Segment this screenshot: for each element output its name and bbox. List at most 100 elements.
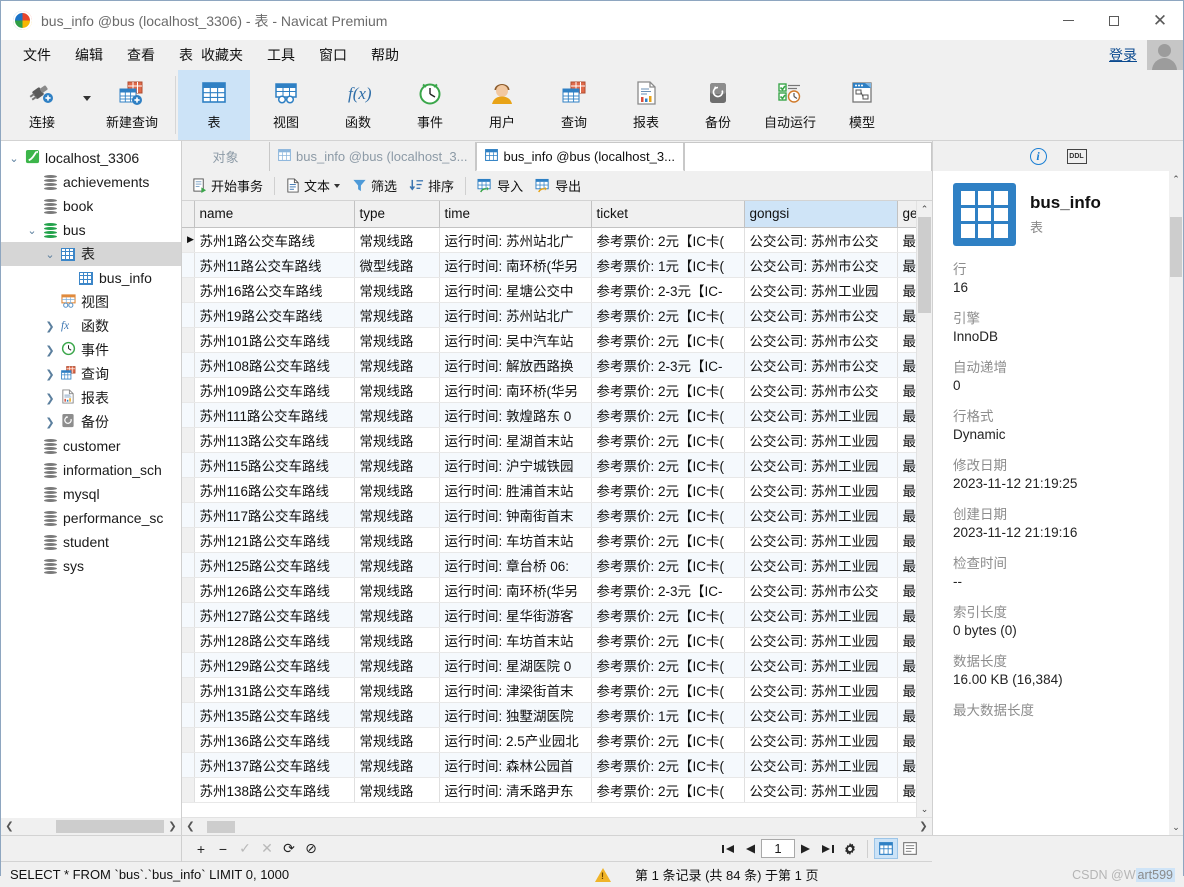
cell-type[interactable]: 常规线路 bbox=[354, 427, 440, 453]
cell-gongsi[interactable]: 公交公司: 苏州工业园 bbox=[744, 727, 898, 753]
cell-ge[interactable]: 最 bbox=[897, 352, 916, 378]
cell-gongsi[interactable]: 公交公司: 苏州工业园 bbox=[744, 452, 898, 478]
cell-type[interactable]: 常规线路 bbox=[354, 277, 440, 303]
menu-tools[interactable]: 工具 bbox=[255, 41, 307, 69]
tree-node--[interactable]: ⌄ 表 bbox=[1, 242, 181, 266]
menu-favorites[interactable]: 收藏夹 bbox=[197, 41, 255, 69]
cell-name[interactable]: 苏州101路公交车路线 bbox=[194, 327, 355, 353]
gear-icon[interactable] bbox=[839, 838, 861, 860]
cell-ge[interactable]: 最 bbox=[897, 402, 916, 428]
cell-gongsi[interactable]: 公交公司: 苏州工业园 bbox=[744, 702, 898, 728]
cell-ge[interactable]: 最 bbox=[897, 627, 916, 653]
table-row[interactable]: 苏州136路公交车路线 常规线路 运行时间: 2.5产业园北 参考票价: 2元【IC卡… bbox=[182, 727, 916, 753]
tree-node-bus_info[interactable]: ❯bus_info bbox=[1, 266, 181, 290]
cell-ticket[interactable]: 参考票价: 2元【IC卡( bbox=[591, 427, 745, 453]
cell-type[interactable]: 常规线路 bbox=[354, 602, 440, 628]
tree-node-mysql[interactable]: ❯ mysql bbox=[1, 482, 181, 506]
menu-view[interactable]: 查看 bbox=[115, 41, 167, 69]
table-row[interactable]: 苏州126路公交车路线 常规线路 运行时间: 南环桥(华另 参考票价: 2-3元【IC… bbox=[182, 577, 916, 603]
tree-expander-icon[interactable]: ⌄ bbox=[6, 152, 22, 165]
table-row[interactable]: 苏州109路公交车路线 常规线路 运行时间: 南环桥(华另 参考票价: 2元【IC卡(… bbox=[182, 377, 916, 403]
text-button[interactable]: 文本 bbox=[280, 173, 346, 198]
next-record-button[interactable] bbox=[795, 838, 817, 860]
cell-type[interactable]: 常规线路 bbox=[354, 727, 440, 753]
cell-name[interactable]: 苏州128路公交车路线 bbox=[194, 627, 355, 653]
table-row[interactable]: 苏州113路公交车路线 常规线路 运行时间: 星湖首末站 参考票价: 2元【IC卡(公… bbox=[182, 427, 916, 453]
cell-type[interactable]: 常规线路 bbox=[354, 477, 440, 503]
cell-ge[interactable]: 最 bbox=[897, 602, 916, 628]
cell-ticket[interactable]: 参考票价: 2元【IC卡( bbox=[591, 477, 745, 503]
toolbar-table[interactable]: 表 bbox=[178, 70, 250, 140]
cell-gongsi[interactable]: 公交公司: 苏州市公交 bbox=[744, 302, 898, 328]
cell-name[interactable]: 苏州121路公交车路线 bbox=[194, 527, 355, 553]
scroll-track[interactable] bbox=[18, 818, 164, 835]
table-row[interactable]: 苏州135路公交车路线 常规线路 运行时间: 独墅湖医院 参考票价: 1元【IC卡(公… bbox=[182, 702, 916, 728]
info-icon[interactable]: i bbox=[1029, 147, 1047, 165]
cell-name[interactable]: 苏州135路公交车路线 bbox=[194, 702, 355, 728]
cell-time[interactable]: 运行时间: 森林公园首 bbox=[439, 752, 592, 778]
cell-ticket[interactable]: 参考票价: 2元【IC卡( bbox=[591, 502, 745, 528]
cell-ge[interactable]: 最 bbox=[897, 477, 916, 503]
cell-ge[interactable]: 最 bbox=[897, 277, 916, 303]
first-record-button[interactable] bbox=[717, 838, 739, 860]
column-header-ticket[interactable]: ticket bbox=[591, 201, 745, 228]
cell-type[interactable]: 常规线路 bbox=[354, 302, 440, 328]
cell-gongsi[interactable]: 公交公司: 苏州工业园 bbox=[744, 552, 898, 578]
cell-ticket[interactable]: 参考票价: 2-3元【IC- bbox=[591, 577, 745, 603]
column-header-time[interactable]: time bbox=[439, 201, 592, 228]
cell-ge[interactable]: 最 bbox=[897, 702, 916, 728]
cell-gongsi[interactable]: 公交公司: 苏州工业园 bbox=[744, 402, 898, 428]
cell-ticket[interactable]: 参考票价: 2元【IC卡( bbox=[591, 652, 745, 678]
cell-type[interactable]: 常规线路 bbox=[354, 402, 440, 428]
cell-name[interactable]: 苏州108路公交车路线 bbox=[194, 352, 355, 378]
cell-type[interactable]: 常规线路 bbox=[354, 777, 440, 803]
table-row[interactable]: 苏州117路公交车路线 常规线路 运行时间: 钟南街首末 参考票价: 2元【IC卡(公… bbox=[182, 502, 916, 528]
table-row[interactable]: 苏州125路公交车路线 常规线路 运行时间: 章台桥 06: 参考票价: 2元【IC卡… bbox=[182, 552, 916, 578]
prev-record-button[interactable] bbox=[739, 838, 761, 860]
scroll-down-icon[interactable]: ⌄ bbox=[917, 801, 932, 817]
avatar[interactable] bbox=[1147, 40, 1183, 70]
cell-time[interactable]: 运行时间: 胜浦首末站 bbox=[439, 477, 592, 503]
toolbar-automation[interactable]: 自动运行 bbox=[754, 70, 826, 140]
tree-node--[interactable]: ❯ 事件 bbox=[1, 338, 181, 362]
cell-name[interactable]: 苏州126路公交车路线 bbox=[194, 577, 355, 603]
cell-ticket[interactable]: 参考票价: 2元【IC卡( bbox=[591, 527, 745, 553]
cell-name[interactable]: 苏州19路公交车路线 bbox=[194, 302, 355, 328]
cell-time[interactable]: 运行时间: 星湖医院 0 bbox=[439, 652, 592, 678]
cell-gongsi[interactable]: 公交公司: 苏州工业园 bbox=[744, 777, 898, 803]
cell-ge[interactable]: 最 bbox=[897, 327, 916, 353]
tree-node-book[interactable]: ❯ book bbox=[1, 194, 181, 218]
cell-gongsi[interactable]: 公交公司: 苏州市公交 bbox=[744, 377, 898, 403]
scroll-track[interactable] bbox=[199, 818, 915, 836]
cell-name[interactable]: 苏州137路公交车路线 bbox=[194, 752, 355, 778]
table-row[interactable]: 苏州101路公交车路线 常规线路 运行时间: 吴中汽车站 参考票价: 2元【IC卡(公… bbox=[182, 327, 916, 353]
cell-ticket[interactable]: 参考票价: 2元【IC卡( bbox=[591, 327, 745, 353]
cell-time[interactable]: 运行时间: 清禾路尹东 bbox=[439, 777, 592, 803]
toolbar-query[interactable]: 查询 bbox=[538, 70, 610, 140]
cell-gongsi[interactable]: 公交公司: 苏州工业园 bbox=[744, 677, 898, 703]
cell-ticket[interactable]: 参考票价: 2元【IC卡( bbox=[591, 677, 745, 703]
cell-gongsi[interactable]: 公交公司: 苏州市公交 bbox=[744, 327, 898, 353]
grid-vertical-scrollbar[interactable]: ⌃ ⌄ bbox=[916, 201, 932, 817]
grid-horizontal-scrollbar[interactable]: ❮ ❯ bbox=[182, 817, 932, 835]
cell-type[interactable]: 常规线路 bbox=[354, 377, 440, 403]
cell-ge[interactable]: 最 bbox=[897, 427, 916, 453]
cell-name[interactable]: 苏州109路公交车路线 bbox=[194, 377, 355, 403]
chevron-down-icon[interactable] bbox=[334, 183, 341, 188]
cell-time[interactable]: 运行时间: 南环桥(华另 bbox=[439, 377, 592, 403]
cell-ticket[interactable]: 参考票价: 2元【IC卡( bbox=[591, 302, 745, 328]
tree-node--[interactable]: ❯视图 bbox=[1, 290, 181, 314]
cell-type[interactable]: 常规线路 bbox=[354, 702, 440, 728]
cell-time[interactable]: 运行时间: 星华街游客 bbox=[439, 602, 592, 628]
toolbar-view[interactable]: 视图 bbox=[250, 70, 322, 140]
cancel-changes-button[interactable]: ✕ bbox=[256, 838, 278, 860]
filter-button[interactable]: 筛选 bbox=[346, 173, 403, 198]
close-button[interactable]: ✕ bbox=[1137, 1, 1183, 40]
cell-ge[interactable]: 最 bbox=[897, 777, 916, 803]
cell-ge[interactable]: 最 bbox=[897, 227, 916, 253]
login-link[interactable]: 登录 bbox=[1109, 45, 1147, 65]
cell-ticket[interactable]: 参考票价: 1元【IC卡( bbox=[591, 702, 745, 728]
cell-type[interactable]: 常规线路 bbox=[354, 627, 440, 653]
maximize-button[interactable] bbox=[1091, 1, 1137, 40]
cell-ge[interactable]: 最 bbox=[897, 652, 916, 678]
